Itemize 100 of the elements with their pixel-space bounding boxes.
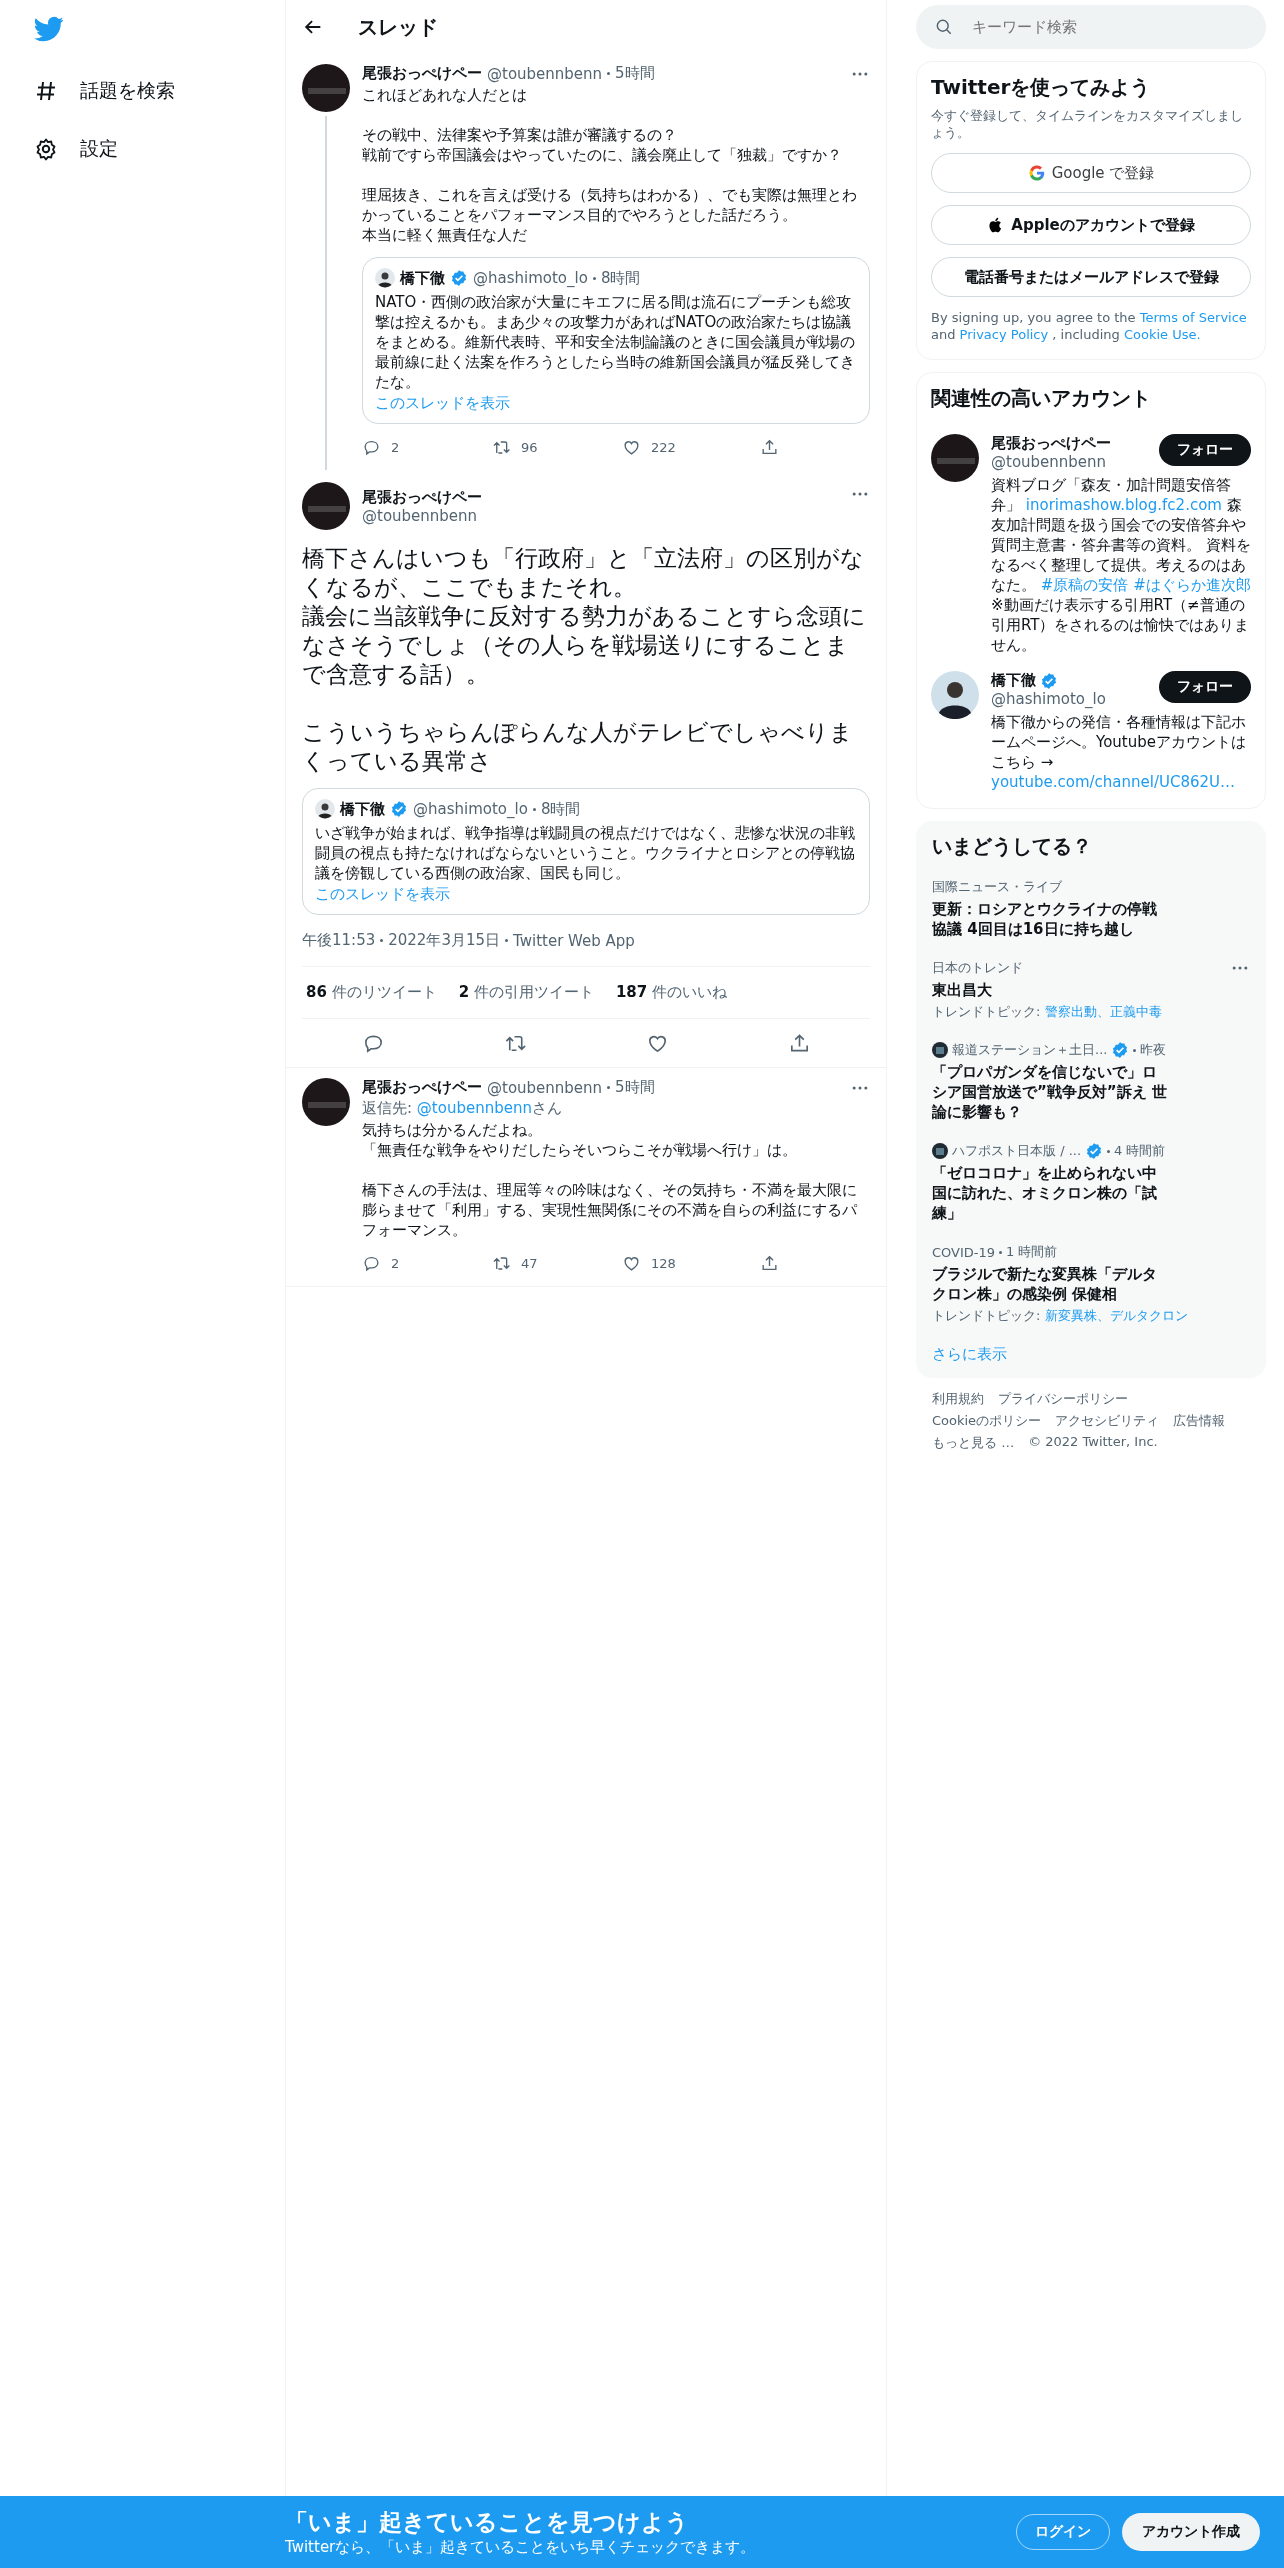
trend-item[interactable]: 日本のトレンド 東出昌大 トレンドトピック: 警察出動、正義中毒 — [932, 947, 1250, 1029]
stat-link[interactable]: 2 件の引用ツイート — [458, 983, 594, 1002]
tweet-time[interactable]: 5時間 — [615, 64, 655, 83]
tweet-text: 気持ちは分かるんだよね。 — [362, 1120, 543, 1140]
nav-item[interactable]: 設定 — [30, 120, 285, 178]
timestamp-text: 2022年3月15日 — [388, 931, 501, 950]
trend-context: 国際ニュース・ライブ — [932, 878, 1062, 896]
quoted-tweet[interactable]: 橋下徹 @hashimoto_lo 8時間 いざ戦争が始まれば、戦争指導は戦闘員の視点だけではなく、悲惨な状況の非戦闘員の視点も持たなければならないということ。ウクライナとロシアとの停戦協議を傍観している西側の政治家、国民も同じ。 このスレッドを表示 — [302, 788, 870, 915]
retweet-button[interactable]: 96 — [492, 437, 622, 457]
trend-item[interactable]: 報道ステーション＋土日... 昨夜 「プロパガンダを信じないで」ロシア国営放送で”戦争反対”訴え 世論に影響も？ — [932, 1029, 1250, 1130]
trend-item[interactable]: 国際ニュース・ライブ 更新：ロシアとウクライナの停戦協議 4回目は16日に持ち越し — [932, 866, 1250, 947]
source-avatar — [932, 1042, 948, 1058]
avatar[interactable] — [302, 64, 350, 112]
trend-item[interactable]: COVID-19 1 時間前 ブラジルで新たな変異株「デルタクロン株」の感染例 保健相 トレンドトピック: 新変異株、デルタクロン — [932, 1231, 1250, 1333]
user-handle[interactable]: @toubennbenn — [487, 1078, 603, 1097]
search-field[interactable]: キーワード検索 — [916, 5, 1266, 49]
tweet-text: 橋下さんの手法は、理屈等々の吟味はなく、その気持ち・不満を最大限に膨らませて「利用」する、実現性無関係にその不満を自らの利益にするパフォーマンス。 — [362, 1180, 858, 1240]
quoted-text: いざ戦争が始まれば、戦争指導は戦闘員の視点だけではなく、悲惨な状況の非戦闘員の視点も持たなければならないということ。ウクライナとロシアとの停戦協議を傍観している西側の政治家、国民も同じ。 — [315, 823, 856, 883]
footer-link[interactable]: もっと見る … — [932, 1434, 1015, 1452]
trend-headline: 東出昌大 — [932, 980, 993, 1000]
quoted-text: NATO・西側の政治家が大量にキエフに居る間は流石にプーチンも総攻撃は控えるかも。まあ少々の攻撃力があればNATOの政治家たちは協議をまとめる。維新代表時、平和安全法制論議のときに国会議員が戦場の最前線に赴く法案を作ろうとしたら当時の維新国会議員が猛反発してきたな。 — [375, 292, 856, 392]
user-handle[interactable]: @toubennbenn — [362, 506, 482, 525]
quoted-tweet[interactable]: 橋下徹 @hashimoto_lo 8時間 NATO・西側の政治家が大量にキエフに居る間は流石にプーチンも総攻撃は控えるかも。まあ少々の攻撃力があればNATOの政治家たちは協議をまとめる。維新代表時、平和安全法制論議のときに国会議員が戦場の最前線に赴く法案を作ろうとしたら当時の維新国会議員が猛反発してきたな。 このスレッドを表示 — [362, 257, 870, 424]
hashtag-icon — [34, 79, 58, 103]
separator-dot — [1107, 1149, 1111, 1153]
separator-dot — [532, 807, 536, 811]
user-handle[interactable]: @toubennbenn — [487, 64, 603, 83]
trend-item[interactable]: ハフポスト日本版 / ... 4 時間前 「ゼロコロナ」を止められない中国に訪れた、オミクロン株の「試練」 — [932, 1130, 1250, 1231]
nav-item[interactable]: 話題を検索 — [30, 62, 285, 120]
footer-link[interactable]: アクセシビリティ — [1055, 1412, 1160, 1430]
reply-button[interactable]: 2 — [362, 437, 492, 457]
settings-icon — [34, 137, 58, 161]
trend-time: 昨夜 — [1140, 1041, 1167, 1059]
user-handle: @hashimoto_lo — [473, 269, 588, 287]
separator-dot — [1133, 1048, 1137, 1052]
user-name: 橋下徹 — [340, 799, 385, 819]
retweet-button[interactable]: 47 — [492, 1253, 622, 1273]
source-name: 報道ステーション＋土日... — [952, 1041, 1108, 1059]
user-name[interactable]: 尾張おっぺけペー — [362, 64, 482, 83]
signup-button[interactable]: 電話番号またはメールアドレスで登録 — [931, 257, 1251, 297]
footer-link[interactable]: 利用規約 — [932, 1390, 984, 1408]
footer-link[interactable]: プライバシーポリシー — [998, 1390, 1128, 1408]
tweet-text: 橋下さんはいつも「行政府」と「立法府」の区別がなくなるが、ここでもまたそれ。 — [302, 544, 865, 602]
separator-dot — [505, 939, 509, 942]
more-icon[interactable] — [850, 490, 870, 498]
stat-link[interactable]: 187 件のいいね — [615, 983, 727, 1002]
tweet-text: こういうちゃらんぽらんな人がテレビでしゃべりまくっている異常さ — [302, 718, 854, 776]
tweet-time[interactable]: 5時間 — [615, 1078, 655, 1097]
user-name[interactable]: 尾張おっぺけペー — [991, 434, 1111, 453]
search-icon — [934, 17, 954, 37]
separator-dot — [592, 276, 596, 280]
card-title: いまどうしてる？ — [932, 833, 1093, 860]
signup-button[interactable]: Google で登録 — [931, 153, 1251, 193]
trend-context: COVID-19 — [932, 1244, 996, 1260]
share-icon[interactable] — [760, 1253, 779, 1273]
tweet-text: これほどあれな人だとは — [362, 85, 528, 105]
footer-link[interactable]: 広告情報 — [1173, 1412, 1226, 1430]
trend-time: 4 時間前 — [1114, 1142, 1166, 1160]
account-bio: 資料ブログ「森友・加計問題安倍答弁」 inorimashow.blog.fc2.com 森友加計問題を扱う国会での安倍答弁や質問主意書・答弁書等の資料。 資料をなるべく整理して提供。考えるのはあなた。 #原稿の安倍 #はぐらか進次郎 ※動画だけ表示する引用RT（≠普通の引用RT）をされるのは愉快ではありません。 — [991, 475, 1251, 655]
follow-button[interactable]: フォロー — [1159, 671, 1251, 703]
page-title: スレッド — [358, 13, 438, 41]
tweet-time: 8時間 — [540, 799, 581, 819]
tweet-text: 理屈抜き、これを言えば受ける（気持ちはわかる）、でも実際は無理とわかっていることをパフォーマンス目的でやろうとした話だろう。 — [362, 185, 858, 225]
trend-time: 1 時間前 — [1006, 1243, 1058, 1261]
legal-text: By signing up, you agree to the Terms of Service and Privacy Policy , including Cookie Use. — [931, 309, 1248, 343]
card-subtitle: 今すぐ登録して、タイムラインをカスタマイズしましょう。 — [931, 107, 1244, 141]
footer-link[interactable]: Cookieのポリシー — [932, 1412, 1042, 1430]
user-handle[interactable]: @toubennbenn — [991, 453, 1111, 471]
avatar[interactable] — [931, 671, 979, 719]
trend-context: 日本のトレンド — [932, 959, 1023, 977]
trend-topics: トレンドトピック: 新変異株、デルタクロン — [932, 1307, 1189, 1325]
tweet-text: 「無責任な戦争をやりだしたらそいつらこそが戦場へ行け」は。 — [362, 1140, 798, 1160]
like-button[interactable]: 222 — [622, 437, 752, 457]
trend-headline: 更新：ロシアとウクライナの停戦協議 4回目は16日に持ち越し — [932, 899, 1158, 939]
timestamp-text[interactable]: Twitter Web App — [513, 931, 635, 950]
user-name[interactable]: 橋下徹 — [991, 671, 1036, 690]
separator-dot — [607, 1086, 611, 1089]
avatar — [315, 799, 335, 819]
separator-dot — [607, 72, 611, 75]
source-avatar — [932, 1143, 948, 1159]
signup-button[interactable]: Appleのアカウントで登録 — [931, 205, 1251, 245]
reply-button[interactable]: 2 — [362, 1253, 492, 1273]
stat-link[interactable]: 86 件のリツイート — [306, 983, 437, 1002]
share-icon[interactable] — [760, 437, 779, 457]
avatar[interactable] — [302, 482, 350, 530]
user-name[interactable]: 尾張おっぺけペー — [362, 1078, 482, 1097]
tweet-text: 本当に軽く無責任な人だ — [362, 225, 528, 245]
follow-button[interactable]: フォロー — [1159, 434, 1251, 466]
avatar[interactable] — [302, 1078, 350, 1126]
card-title: Twitterを使ってみよう — [931, 74, 1152, 101]
more-icon[interactable] — [1230, 964, 1250, 972]
banner-subtitle: Twitterなら、「いま」起きていることをいち早くチェックできます。 — [285, 2538, 757, 2557]
user-name[interactable]: 尾張おっぺけペー — [362, 487, 482, 507]
create-account-button[interactable]: アカウント作成 — [1122, 2513, 1260, 2551]
google-logo-icon — [1027, 164, 1046, 182]
avatar[interactable] — [931, 434, 979, 482]
source-name: ハフポスト日本版 / ... — [952, 1142, 1082, 1160]
like-button[interactable]: 128 — [622, 1253, 752, 1273]
user-handle[interactable]: @hashimoto_lo — [991, 690, 1106, 708]
bird-logo-icon[interactable] — [34, 14, 64, 44]
